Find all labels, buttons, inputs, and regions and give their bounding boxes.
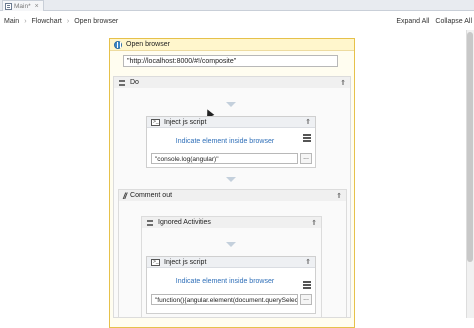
menu-icon[interactable] (303, 134, 311, 142)
inject-js-header[interactable]: >_ Inject js script ⇑ (147, 257, 315, 268)
script-code-input[interactable]: "function(){angular.element(document.que… (151, 294, 298, 305)
document-icon (5, 2, 12, 10)
breadcrumb-separator: › (66, 17, 70, 25)
close-icon[interactable]: × (35, 3, 39, 10)
scrollbar-thumb[interactable] (467, 32, 473, 262)
comment-out-icon: // (123, 190, 127, 201)
breadcrumb-item-open-browser[interactable]: Open browser (74, 18, 118, 25)
collapse-icon[interactable]: ⇑ (305, 258, 311, 266)
collapse-icon[interactable]: ⇑ (336, 192, 342, 200)
browse-button[interactable]: ... (300, 153, 312, 164)
ignored-activities-header[interactable]: Ignored Activities ⇑ (142, 217, 321, 228)
open-browser-title: Open browser (126, 41, 170, 48)
inject-js-title: Inject js script (164, 118, 207, 126)
open-browser-header[interactable]: Open browser (110, 39, 354, 51)
script-code-input[interactable]: "console.log(angular)" (151, 153, 298, 164)
drop-target-arrow[interactable] (226, 102, 236, 107)
designer-actions: Expand All Collapse All (396, 12, 472, 30)
sequence-icon (118, 79, 126, 87)
url-input[interactable]: "http://localhost:8000/#!/composite" (123, 55, 338, 67)
globe-icon (114, 40, 122, 49)
comment-out-title: Comment out (130, 192, 173, 199)
document-tab-strip (0, 0, 474, 11)
terminal-icon: >_ (151, 258, 160, 266)
inject-js-title: Inject js script (164, 258, 207, 266)
drop-target-arrow[interactable] (226, 242, 236, 247)
collapse-all-button[interactable]: Collapse All (435, 18, 472, 25)
inject-js-header[interactable]: >_ Inject js script ⇑ (147, 117, 315, 128)
tab-main-label: Main* (14, 2, 31, 10)
collapse-icon[interactable]: ⇑ (311, 219, 317, 227)
tab-main[interactable]: Main* × (2, 0, 44, 11)
breadcrumb-item-main[interactable]: Main (4, 18, 19, 25)
drop-target-arrow[interactable] (226, 177, 236, 182)
indicate-element-link[interactable]: Indicate element inside browser (150, 278, 300, 285)
terminal-icon: >_ (151, 118, 160, 126)
ignored-activities-title: Ignored Activities (158, 219, 211, 226)
menu-icon[interactable] (303, 281, 311, 289)
browse-button[interactable]: ... (300, 294, 312, 305)
breadcrumb-separator: › (24, 17, 27, 25)
collapse-icon[interactable]: ⇑ (340, 79, 346, 87)
collapse-icon[interactable]: ⇑ (305, 118, 311, 126)
breadcrumb-item-flowchart[interactable]: Flowchart (32, 18, 62, 25)
do-sequence-header[interactable]: Do ⇑ (114, 77, 350, 88)
expand-all-button[interactable]: Expand All (396, 18, 429, 25)
comment-out-header[interactable]: // Comment out ⇑ (119, 190, 346, 201)
indicate-element-link[interactable]: Indicate element inside browser (150, 138, 300, 145)
sequence-icon (146, 219, 154, 227)
do-sequence-title: Do (130, 79, 139, 86)
